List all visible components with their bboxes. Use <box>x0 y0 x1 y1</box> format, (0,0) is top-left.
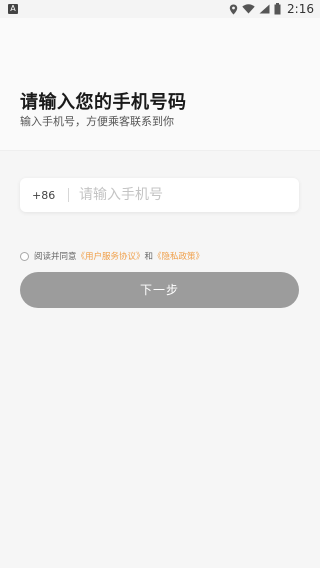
battery-icon <box>274 3 281 15</box>
signal-icon <box>259 4 270 14</box>
agreement-row: 阅读并同意 《用户服务协议》 和 《隐私政策》 <box>20 250 204 262</box>
login-page: A 2:16 请输入您的手机号码 输入手机号，方便乘客联系到你 +86 请输入手… <box>0 0 320 568</box>
agree-prefix: 阅读并同意 <box>34 252 77 262</box>
privacy-policy-link[interactable]: 《隐私政策》 <box>153 250 204 262</box>
country-code-separator <box>68 188 69 202</box>
wifi-icon <box>242 4 255 14</box>
status-bar: A 2:16 <box>0 0 320 18</box>
notification-icon: A <box>8 4 18 14</box>
phone-input[interactable] <box>79 180 279 210</box>
country-code[interactable]: +86 <box>32 189 62 202</box>
agree-radio[interactable] <box>20 251 29 261</box>
page-title: 请输入您的手机号码 <box>20 92 187 113</box>
agree-and-text: 和 <box>144 252 154 262</box>
status-time: 2:16 <box>287 2 314 16</box>
status-icons: 2:16 <box>229 0 314 18</box>
phone-field[interactable]: +86 <box>20 178 299 212</box>
section-divider <box>0 150 320 151</box>
next-button[interactable]: 下一步 <box>20 272 299 308</box>
page-subtitle: 输入手机号，方便乘客联系到你 <box>20 115 174 128</box>
location-icon <box>229 4 238 15</box>
user-agreement-link[interactable]: 《用户服务协议》 <box>77 250 145 262</box>
